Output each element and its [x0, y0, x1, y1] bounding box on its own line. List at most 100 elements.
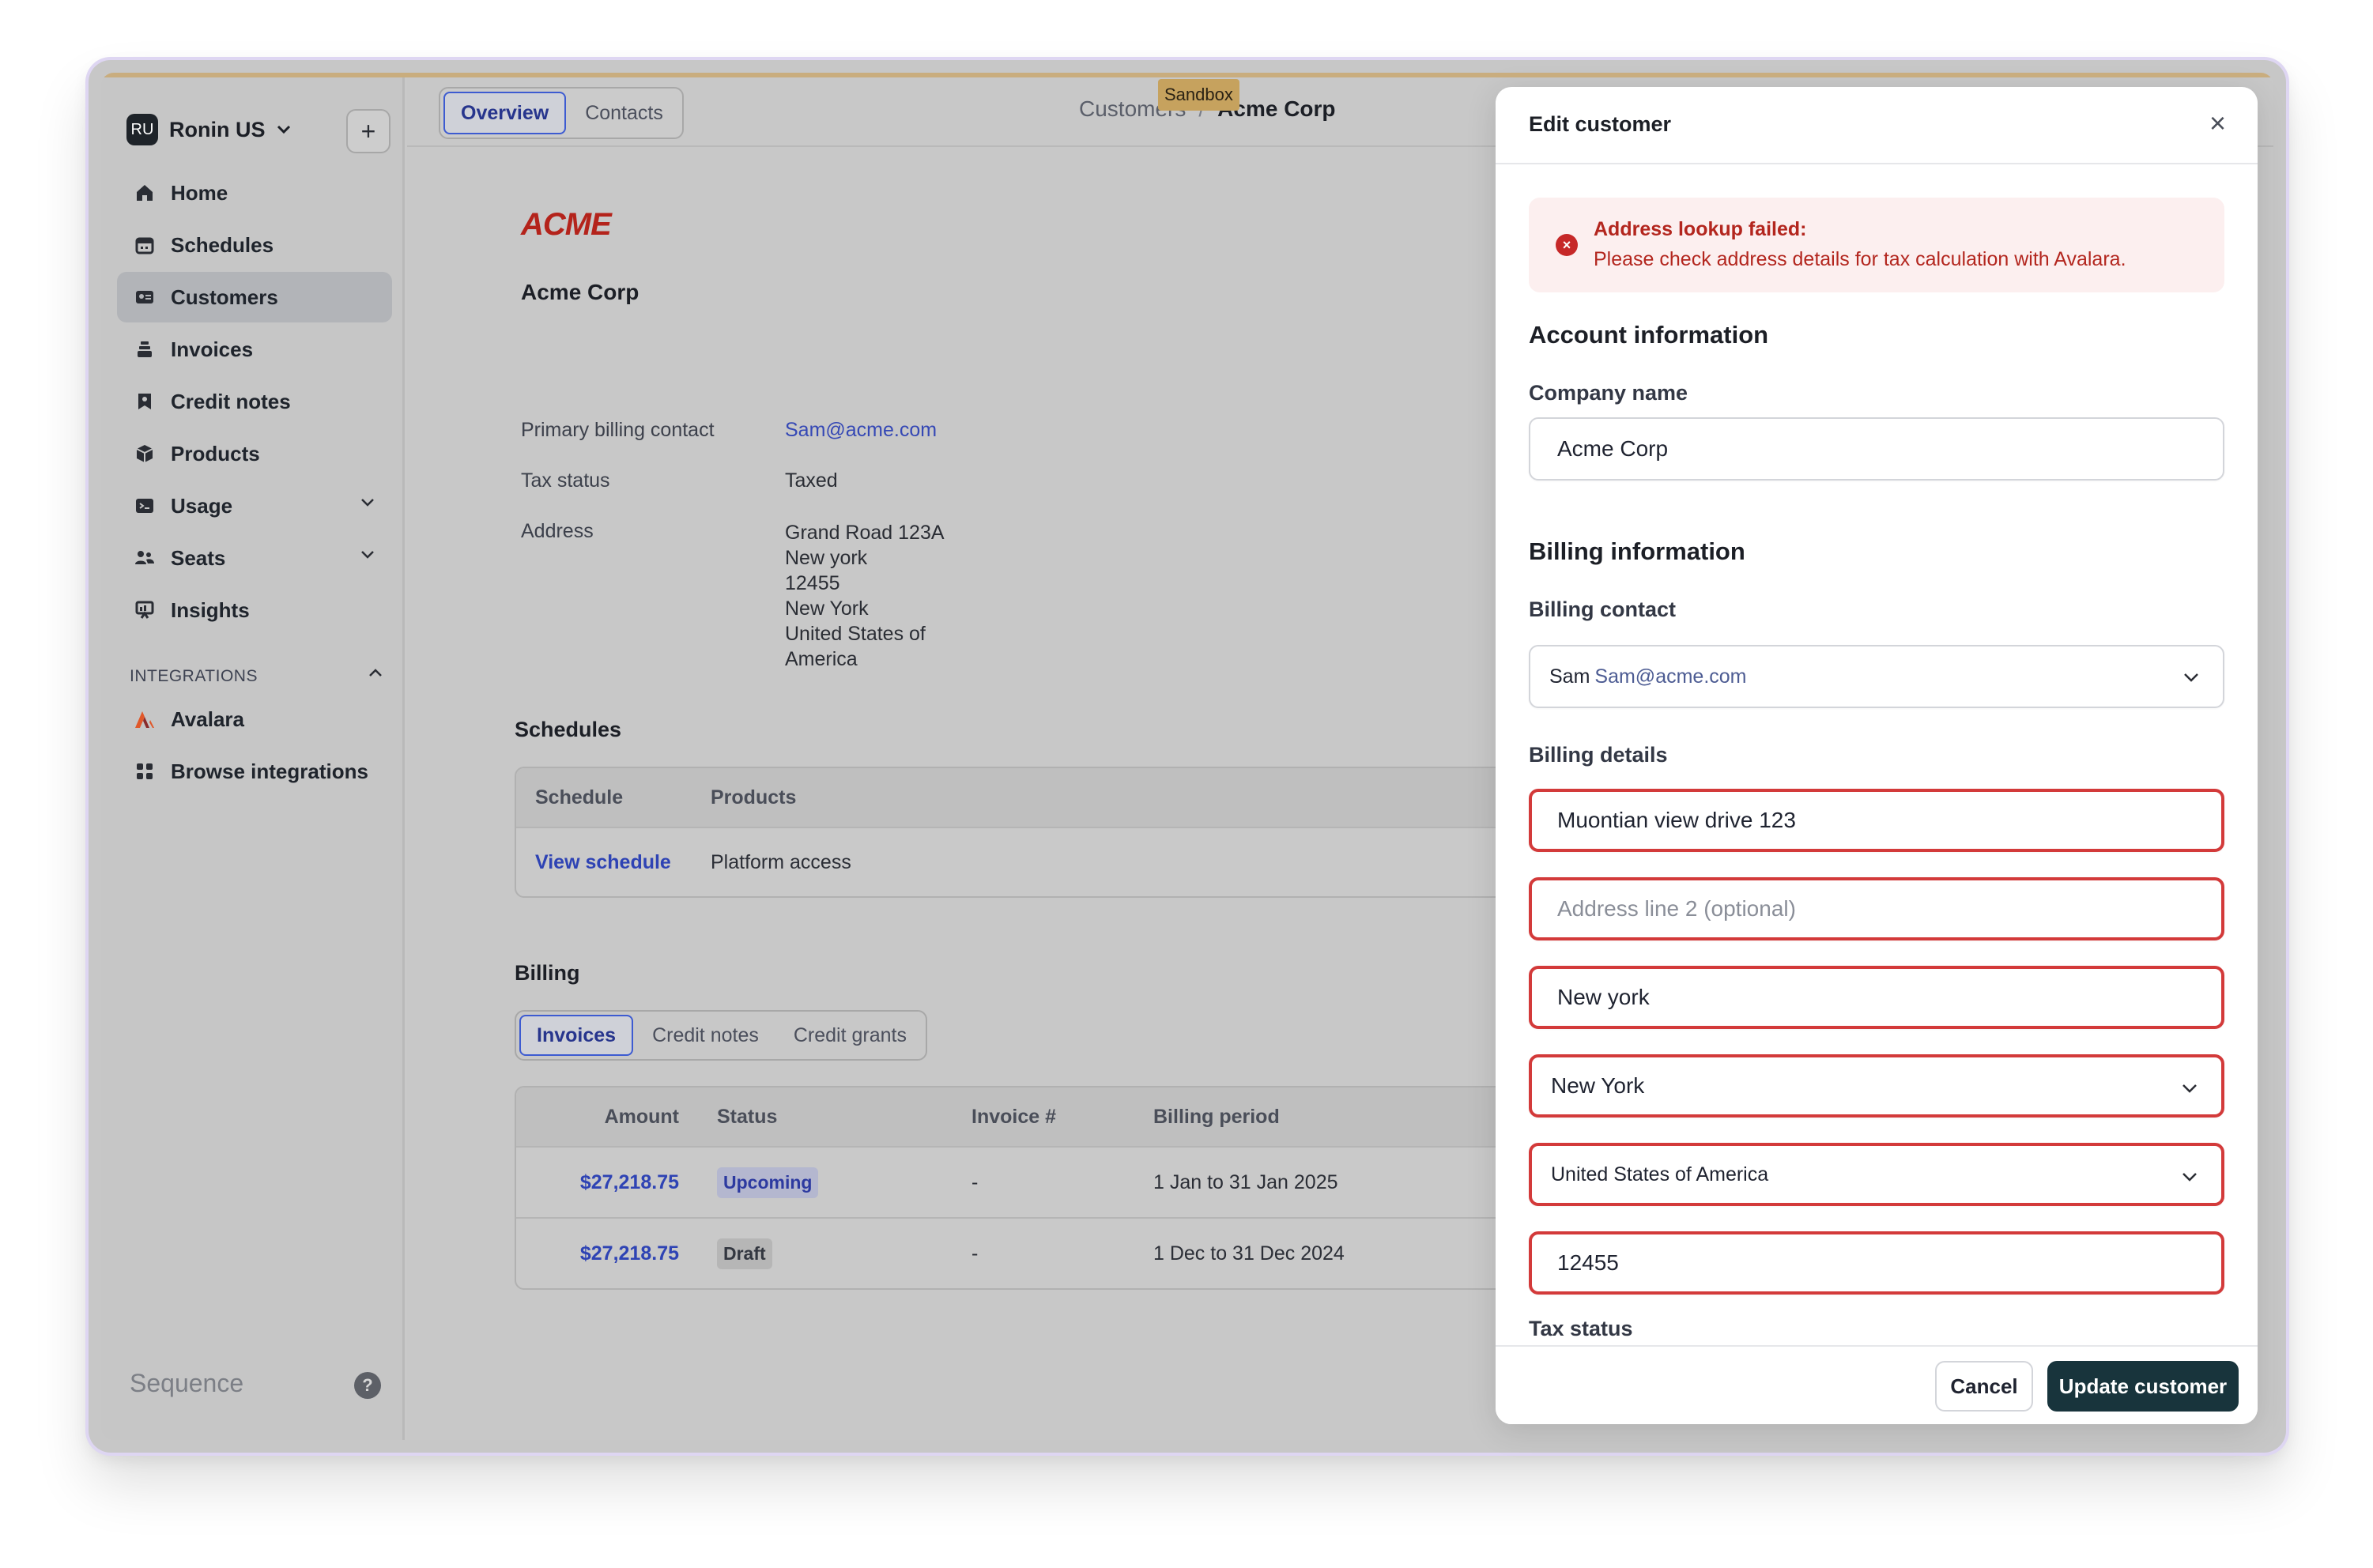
org-name: Ronin US [169, 117, 266, 141]
sidebar-item-usage[interactable]: Usage [117, 481, 392, 531]
sidebar-item-label: Home [171, 180, 228, 205]
table-cell: 1 Jan to 31 Jan 2025 [1153, 1170, 1338, 1193]
sidebar-item-seats[interactable]: Seats [117, 533, 392, 583]
table-row[interactable]: $27,218.75 Draft - 1 Dec to 31 Dec 2024 [516, 1217, 1620, 1288]
column-header: Schedule [535, 786, 624, 808]
billing-contact-label: Billing contact [1529, 597, 1677, 621]
sidebar-item-browse-integrations[interactable]: Browse integrations [117, 746, 392, 797]
contact-email: Sam@acme.com [1594, 665, 1747, 688]
state-value: New York [1551, 1073, 1645, 1098]
sidebar-item-label: Schedules [171, 232, 274, 257]
help-icon[interactable]: ? [354, 1372, 381, 1399]
sidebar-item-customers[interactable]: Customers [117, 272, 392, 322]
table-cell: - [971, 1170, 979, 1193]
address-line: New York [785, 597, 869, 620]
sidebar-item-credit-notes[interactable]: Credit notes [117, 376, 392, 427]
address-line: America [785, 648, 858, 670]
sidebar-item-label: Avalara [171, 707, 244, 731]
grid-icon [133, 760, 157, 783]
billing-title: Billing [515, 961, 580, 985]
column-header: Products [711, 786, 797, 808]
billing-tabs: Invoices Credit notes Credit grants [515, 1010, 927, 1061]
country-select[interactable]: United States of America [1529, 1143, 2224, 1206]
chart-icon [133, 598, 157, 622]
city-input[interactable]: New york [1529, 966, 2224, 1029]
chevron-down-icon [360, 495, 375, 511]
tax-status-label: Tax status [521, 469, 610, 492]
sidebar-item-avalara[interactable]: Avalara [117, 694, 392, 744]
modal-footer: Cancel Update customer [1496, 1345, 2258, 1424]
account-info-heading: Account information [1529, 321, 1769, 349]
address-line: United States of [785, 623, 926, 645]
billing-contact-select[interactable]: Sam Sam@acme.com [1529, 645, 2224, 708]
alert-message: Please check address details for tax cal… [1594, 248, 2126, 270]
customer-name: Acme Corp [521, 280, 639, 304]
tab-credit-grants[interactable]: Credit grants [778, 1015, 922, 1056]
country-value: United States of America [1551, 1163, 1769, 1185]
sidebar-item-label: Invoices [171, 337, 254, 361]
table-cell: - [971, 1242, 979, 1265]
sidebar-item-label: Seats [171, 545, 226, 570]
view-schedule-link[interactable]: View schedule [516, 851, 711, 874]
cancel-button[interactable]: Cancel [1935, 1361, 2033, 1412]
address-line1-input[interactable]: Muontian view drive 123 [1529, 789, 2224, 852]
chevron-down-icon [277, 121, 291, 139]
table-row[interactable]: $27,218.75 Upcoming - 1 Jan to 31 Jan 20… [516, 1146, 1620, 1217]
sidebar-nav: Home Schedules Customers Invoices Credit… [117, 168, 392, 637]
alert-title: Address lookup failed: [1594, 218, 1807, 240]
sidebar-item-products[interactable]: Products [117, 428, 392, 479]
org-switcher[interactable]: RU Ronin US [126, 112, 291, 147]
chevron-down-icon [2182, 1167, 2198, 1187]
box-icon [133, 442, 157, 466]
stack-icon [133, 337, 157, 361]
sidebar-item-invoices[interactable]: Invoices [117, 324, 392, 375]
tab-invoices[interactable]: Invoices [519, 1015, 634, 1056]
tab-contacts[interactable]: Contacts [569, 92, 679, 134]
table-header-row: Schedule Products [516, 768, 1620, 827]
company-name-input[interactable]: Acme Corp [1529, 417, 2224, 481]
sidebar-item-schedules[interactable]: Schedules [117, 220, 392, 270]
home-icon [133, 181, 157, 205]
update-customer-button[interactable]: Update customer [2047, 1361, 2239, 1412]
sidebar-item-label: Insights [171, 597, 250, 622]
users-icon [133, 546, 157, 570]
column-header: Billing period [1153, 1105, 1280, 1128]
add-button[interactable]: + [346, 109, 390, 153]
tab-overview[interactable]: Overview [443, 92, 567, 134]
table-cell: Draft [679, 1238, 971, 1269]
address-line: 12455 [785, 572, 840, 594]
chevron-down-icon [2182, 1078, 2198, 1099]
sidebar-item-label: Usage [171, 493, 233, 518]
plus-icon: + [360, 116, 376, 145]
integrations-header-label: INTEGRATIONS [130, 667, 258, 685]
address-value: Grand Road 123A New york 12455 New York … [785, 520, 945, 672]
sandbox-badge: Sandbox [1158, 79, 1239, 111]
address-label: Address [521, 520, 594, 542]
company-name-label: Company name [1529, 381, 1688, 405]
invoice-amount[interactable]: $27,218.75 [516, 1171, 679, 1194]
sidebar-item-home[interactable]: Home [117, 168, 392, 218]
sandbox-indicator-line [101, 73, 2273, 77]
status-badge: Upcoming [717, 1167, 819, 1198]
sidebar-item-insights[interactable]: Insights [117, 585, 392, 635]
calendar-icon [133, 233, 157, 257]
sequence-logo: Sequence [130, 1369, 244, 1397]
tax-status-value: Taxed [785, 469, 838, 492]
chevron-down-icon [2183, 667, 2199, 688]
org-avatar: RU [126, 114, 158, 145]
invoices-table: Amount Status Invoice # Billing period $… [515, 1086, 1621, 1290]
integrations-header[interactable]: INTEGRATIONS [130, 667, 390, 686]
invoice-amount[interactable]: $27,218.75 [516, 1242, 679, 1265]
postcode-input[interactable]: 12455 [1529, 1231, 2224, 1295]
table-cell: Platform access [711, 850, 851, 873]
state-select[interactable]: New York [1529, 1054, 2224, 1118]
modal-title: Edit customer [1529, 112, 1672, 136]
table-cell: Upcoming [679, 1167, 971, 1198]
billing-contact-link[interactable]: Sam@acme.com [785, 419, 937, 442]
address-line2-input[interactable]: Address line 2 (optional) [1529, 877, 2224, 940]
schedules-table: Schedule Products View schedule Platform… [515, 767, 1621, 898]
close-icon[interactable]: × [2209, 109, 2226, 138]
chevron-up-icon [368, 667, 383, 681]
tab-credit-notes[interactable]: Credit notes [636, 1015, 775, 1056]
address-line: New york [785, 547, 868, 569]
